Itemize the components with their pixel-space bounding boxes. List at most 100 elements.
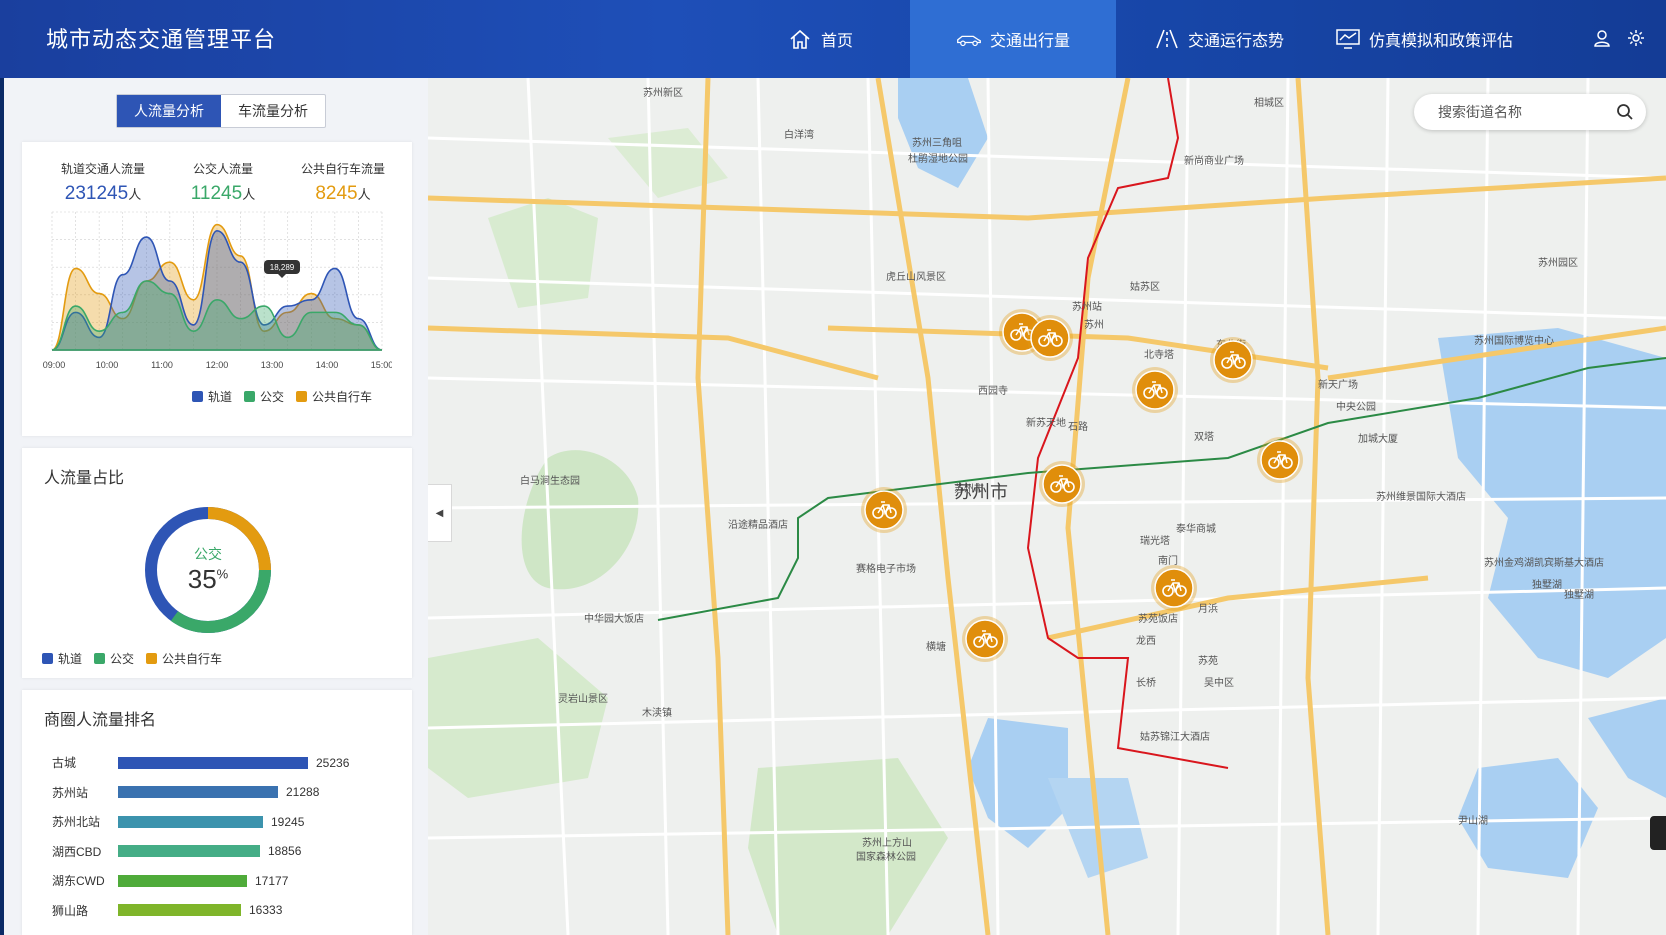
ranking-name: 苏州站: [52, 785, 89, 800]
map-place-label: 苏州金鸡湖凯宾斯基大酒店: [1484, 556, 1604, 569]
bike-station-marker[interactable]: [1151, 565, 1197, 611]
nav-traffic-volume[interactable]: 交通出行量: [910, 0, 1116, 78]
x-tick-label: 15:00: [371, 360, 392, 370]
map-canvas: 苏州新区白洋湾苏州三角咀杜鹃湿地公园相城区新尚商业广场虎丘山风景区姑苏区苏州站苏…: [428, 78, 1666, 935]
map-place-label: 新苏天地: [1026, 416, 1066, 429]
water-area: [1438, 328, 1666, 678]
x-tick-label: 10:00: [96, 360, 119, 370]
map-place-label: 苏州三角咀: [912, 136, 962, 149]
park-area: [521, 450, 639, 590]
chart-tooltip-value: 18,289: [270, 263, 295, 272]
app: 城市动态交通管理平台 首页 交通出行量 交通运行态势 仿真模拟和政策评估 人流量…: [0, 0, 1666, 935]
ranking-value: 21288: [286, 785, 320, 800]
map-place-label: 龙西: [1136, 634, 1156, 647]
map-place-label: 苏州: [1084, 318, 1104, 331]
ranking-name: 狮山路: [52, 903, 89, 918]
legend-bus[interactable]: 公交: [244, 388, 284, 405]
nav-simulation-label: 仿真模拟和政策评估: [1368, 33, 1513, 50]
ranking-row[interactable]: 苏州北站 19245: [52, 807, 349, 837]
map-place-label: 苏州站: [1072, 300, 1102, 313]
flow-share-card: 人流量占比 公交 35% 轨道 公交 公共自行车: [22, 448, 412, 678]
bike-station-marker[interactable]: [1039, 461, 1085, 507]
home-icon: [790, 29, 810, 49]
district-ranking-card: 商圈人流量排名 古城 25236 苏州站 21288 苏州北站 19245 湖西CBD 188…: [22, 690, 412, 935]
nav-traffic-status[interactable]: 交通运行态势: [1116, 0, 1322, 78]
legend-bus-label: 公交: [260, 390, 285, 404]
top-header: 城市动态交通管理平台 首页 交通出行量 交通运行态势 仿真模拟和政策评估: [0, 0, 1666, 78]
map-place-label: 灵岩山景区: [558, 692, 608, 705]
bike-station-marker[interactable]: [962, 616, 1008, 662]
map-place-label: 苏苑饭店: [1138, 612, 1178, 625]
stat-bus-label: 公交人流量: [192, 162, 253, 176]
ranking-name: 苏州北站: [52, 815, 101, 830]
map-place-label: 中华园大饭店: [584, 612, 644, 625]
ranking-bar: [118, 845, 260, 858]
stat-rail-value: 231245: [64, 183, 129, 204]
stat-bus-unit: 人: [242, 187, 256, 202]
chart-tooltip: 18,289: [264, 260, 300, 278]
x-tick-label: 14:00: [316, 360, 339, 370]
street-search-input[interactable]: [1438, 104, 1608, 120]
map-place-label: 独墅湖: [1532, 578, 1562, 591]
map-place-label: 姑苏锦江大酒店: [1140, 730, 1210, 743]
nav-traffic-volume-label: 交通出行量: [989, 33, 1070, 50]
map-place-label: 苏州国际博览中心: [1474, 334, 1554, 347]
x-tick-label: 09:00: [43, 360, 66, 370]
map-place-label: 苏苑: [1198, 654, 1218, 667]
ranking-row[interactable]: 苏州站 21288: [52, 778, 349, 808]
map-place-label: 国家森林公园: [856, 850, 916, 863]
map-place-label: 虎丘山风景区: [886, 271, 946, 283]
ranking-row[interactable]: 古城 25236: [52, 748, 349, 778]
map-place-label: 白洋湾: [784, 128, 814, 141]
map-place-label: 苏州上方山: [862, 836, 912, 849]
search-icon[interactable]: [1616, 103, 1634, 121]
right-drawer-handle[interactable]: [1650, 816, 1666, 850]
map-place-label: 尹山湖: [1458, 815, 1488, 827]
street-search-box: [1414, 94, 1646, 130]
donut-legend-bus[interactable]: 公交: [94, 650, 134, 667]
district-ranking-list: 古城 25236 苏州站 21288 苏州北站 19245 湖西CBD 18856 湖东CWD 1…: [52, 748, 349, 925]
ranking-row[interactable]: 狮山路 16333: [52, 896, 349, 926]
map-place-label: 石路: [1068, 420, 1088, 433]
map-place-label: 白马涧生态园: [520, 474, 580, 487]
nav-home[interactable]: 首页: [730, 0, 910, 78]
donut-legend-rail[interactable]: 轨道: [42, 650, 82, 667]
ranking-bar: [118, 815, 263, 828]
ranking-value: 19245: [271, 814, 305, 829]
tab-people-flow[interactable]: 人流量分析: [117, 95, 221, 127]
stat-rail-unit: 人: [128, 187, 142, 202]
map-place-label: 双塔: [1194, 430, 1214, 443]
donut-center: 公交 35%: [138, 544, 278, 595]
donut-center-label: 公交: [194, 546, 222, 562]
donut-legend-rail-label: 轨道: [58, 652, 83, 666]
tab-vehicle-flow[interactable]: 车流量分析: [221, 95, 325, 127]
ranking-bar: [118, 904, 241, 917]
map-view[interactable]: 苏州新区 白洋湾 苏州三角咀 杜鹃湿地公园 相城区 新尚商业广场 虎丘山风景区 姑苏区 苏州站苏…: [428, 78, 1666, 935]
map-place-label: 横塘: [926, 640, 946, 653]
bike-station-marker[interactable]: [1027, 315, 1073, 361]
user-icon[interactable]: [1592, 28, 1612, 48]
stat-bus-value: 11245: [190, 183, 243, 204]
bike-station-marker[interactable]: [1257, 437, 1303, 483]
legend-bike[interactable]: 公共自行车: [296, 388, 372, 405]
collapse-panel-button[interactable]: ◀: [428, 484, 452, 542]
flow-stats: 轨道交通人流量 231245人 公交人流量 11245人 公共自行车流量 824…: [48, 160, 398, 205]
bike-station-marker[interactable]: [1210, 337, 1256, 383]
park-area: [608, 128, 728, 198]
flow-share-title: 人流量占比: [44, 470, 125, 487]
flow-area-chart: 09:00 10:00 11:00 12:00 13:00 14:00 15:00 18,28…: [43, 211, 392, 370]
ranking-row[interactable]: 湖东CWD 17177: [52, 866, 349, 896]
donut-legend-bus-label: 公交: [110, 652, 135, 666]
ranking-bar: [118, 786, 278, 799]
ranking-row[interactable]: 湖西CBD 18856: [52, 837, 349, 867]
bike-station-marker[interactable]: [861, 487, 907, 533]
stat-bike-value: 8245: [315, 183, 358, 204]
gear-icon[interactable]: [1626, 28, 1646, 48]
bike-station-marker[interactable]: [1132, 367, 1178, 413]
donut-legend-bike[interactable]: 公共自行车: [146, 650, 222, 667]
road-icon: [1156, 29, 1178, 49]
donut-center-value: 35: [187, 564, 217, 594]
nav-simulation[interactable]: 仿真模拟和政策评估: [1322, 0, 1526, 78]
map-place-label: 瑞光塔: [1140, 534, 1170, 547]
legend-rail[interactable]: 轨道: [192, 388, 232, 405]
